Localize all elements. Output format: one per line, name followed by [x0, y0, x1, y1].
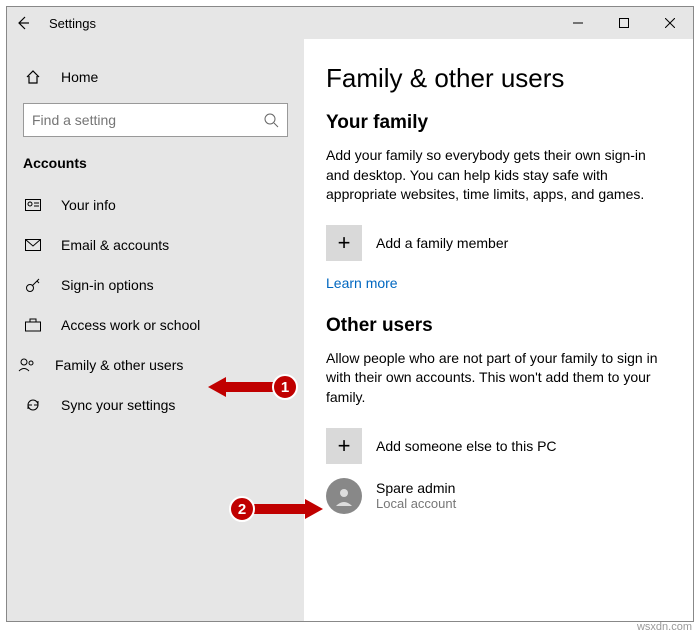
- sidebar-item-label: Family & other users: [55, 357, 183, 373]
- annotation-badge-1: 1: [272, 374, 298, 400]
- minimize-icon: [573, 18, 583, 28]
- close-icon: [665, 18, 675, 28]
- badge-icon: [23, 199, 43, 211]
- annotation-arrow-1: [208, 374, 278, 400]
- other-heading: Other users: [326, 315, 671, 337]
- learn-more-link[interactable]: Learn more: [326, 275, 671, 291]
- user-type: Local account: [376, 496, 456, 511]
- settings-window: Settings Home Accounts Your info: [6, 6, 694, 622]
- section-heading: Accounts: [7, 155, 304, 185]
- search-input[interactable]: [32, 112, 263, 128]
- sidebar: Home Accounts Your info Email & accounts…: [7, 39, 304, 621]
- user-entry[interactable]: Spare admin Local account: [326, 478, 671, 514]
- other-desc: Allow people who are not part of your fa…: [326, 349, 671, 408]
- page-title: Family & other users: [326, 63, 671, 94]
- home-label: Home: [61, 69, 98, 85]
- close-button[interactable]: [647, 7, 693, 39]
- window-title: Settings: [49, 16, 96, 31]
- titlebar: Settings: [7, 7, 693, 39]
- add-family-label: Add a family member: [376, 235, 508, 251]
- sidebar-item-label: Email & accounts: [61, 237, 169, 253]
- sidebar-item-work[interactable]: Access work or school: [7, 305, 304, 345]
- watermark: wsxdn.com: [637, 621, 692, 633]
- plus-icon: +: [326, 225, 362, 261]
- sidebar-item-email[interactable]: Email & accounts: [7, 225, 304, 265]
- maximize-button[interactable]: [601, 7, 647, 39]
- annotation-arrow-2: [253, 496, 323, 522]
- key-icon: [23, 277, 43, 293]
- user-info: Spare admin Local account: [376, 480, 456, 511]
- family-heading: Your family: [326, 112, 671, 134]
- add-other-user[interactable]: + Add someone else to this PC: [326, 428, 671, 464]
- sidebar-item-label: Access work or school: [61, 317, 200, 333]
- user-name: Spare admin: [376, 480, 456, 496]
- back-button[interactable]: [7, 16, 39, 30]
- sidebar-item-label: Your info: [61, 197, 116, 213]
- sidebar-item-signin[interactable]: Sign-in options: [7, 265, 304, 305]
- sidebar-item-label: Sign-in options: [61, 277, 154, 293]
- window-controls: [555, 7, 693, 39]
- plus-icon: +: [326, 428, 362, 464]
- search-icon: [263, 112, 279, 128]
- content-pane: Family & other users Your family Add you…: [304, 39, 693, 621]
- sync-icon: [23, 397, 43, 413]
- sidebar-item-label: Sync your settings: [61, 397, 175, 413]
- search-box[interactable]: [23, 103, 288, 137]
- annotation-badge-2: 2: [229, 496, 255, 522]
- people-icon: [17, 358, 37, 372]
- add-family-member[interactable]: + Add a family member: [326, 225, 671, 261]
- maximize-icon: [619, 18, 629, 28]
- home-icon: [23, 69, 43, 85]
- mail-icon: [23, 239, 43, 251]
- arrow-left-icon: [16, 16, 30, 30]
- add-other-label: Add someone else to this PC: [376, 438, 557, 454]
- briefcase-icon: [23, 318, 43, 332]
- minimize-button[interactable]: [555, 7, 601, 39]
- avatar-icon: [326, 478, 362, 514]
- sidebar-item-your-info[interactable]: Your info: [7, 185, 304, 225]
- home-link[interactable]: Home: [7, 57, 304, 97]
- family-desc: Add your family so everybody gets their …: [326, 146, 671, 205]
